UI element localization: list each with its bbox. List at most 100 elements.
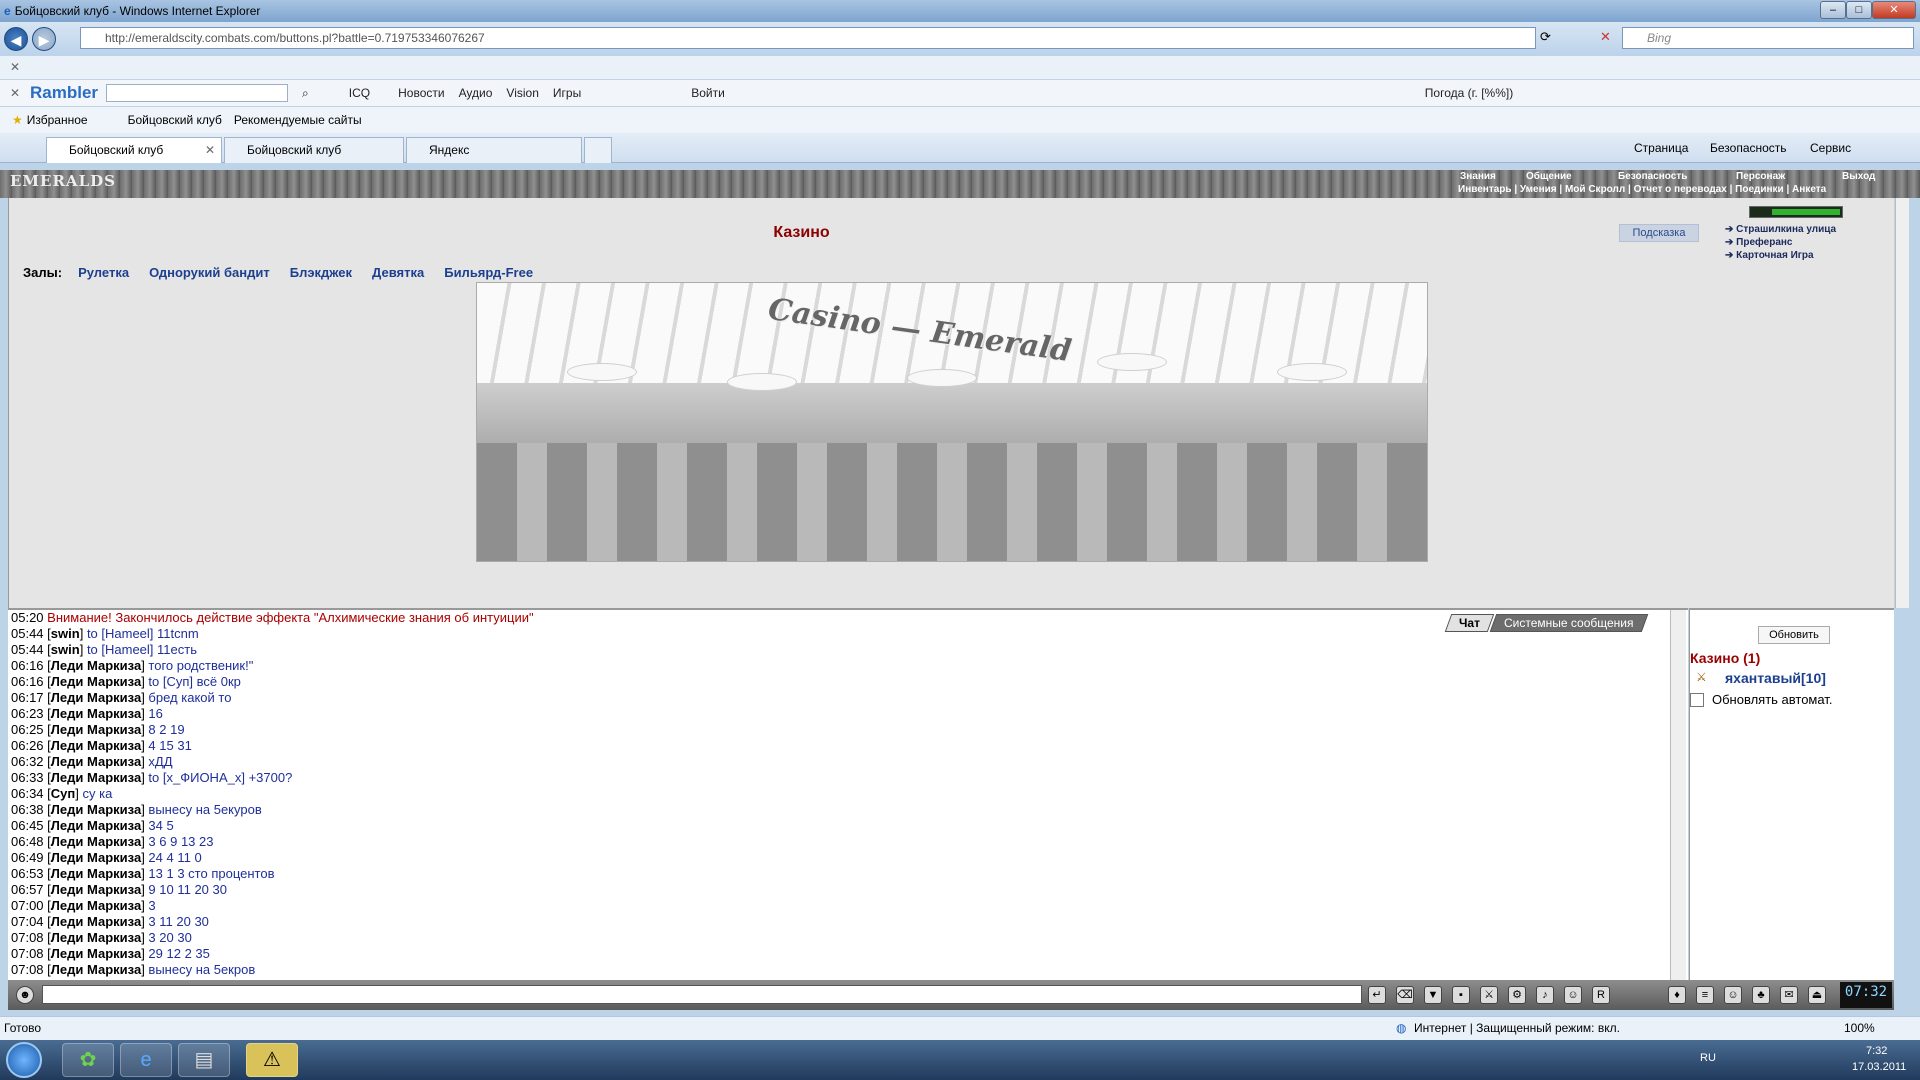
chat-author[interactable]: Леди Маркиза [51,930,141,945]
link-preference[interactable]: ➔ Преферанс [1725,236,1836,249]
hall-nine[interactable]: Девятка [372,265,424,280]
chat-author[interactable]: Леди Маркиза [51,706,141,721]
chat-author[interactable]: Суп [51,786,75,801]
clan-icon[interactable]: ♣ [1752,986,1770,1004]
close-button[interactable]: ✕ [1872,1,1916,19]
login-item[interactable]: Войти [691,86,725,100]
chat-author[interactable]: Леди Маркиза [51,898,141,913]
settings-icon[interactable]: ⚙ [1508,986,1526,1004]
games-item[interactable]: Игры [553,86,581,100]
chat-author[interactable]: Леди Маркиза [51,754,141,769]
security-zone[interactable]: Интернет | Защищенный режим: вкл. [1414,1021,1620,1035]
warning-task[interactable]: ⚠ [246,1043,298,1077]
security-menu[interactable]: Безопасность [1710,141,1787,155]
chat-scrollbar[interactable] [1670,610,1686,980]
chat-author[interactable]: Леди Маркиза [51,850,141,865]
notepad-task[interactable]: ▤ [178,1043,230,1077]
link-scary-street[interactable]: ➔ Страшилкина улица [1725,223,1836,236]
chat-author[interactable]: Леди Маркиза [51,834,141,849]
sound-icon[interactable]: ♪ [1536,986,1554,1004]
chat-author[interactable]: Леди Маркиза [51,882,141,897]
hall-blackjack[interactable]: Блэкджек [290,265,352,280]
mail-icon[interactable]: ✉ [1780,986,1798,1004]
emoticon-icon[interactable]: ☺ [1564,986,1582,1004]
menu-character[interactable]: Персонаж [1736,171,1785,182]
chat-author[interactable]: Леди Маркиза [51,946,141,961]
auto-refresh-checkbox[interactable] [1690,692,1704,707]
close-icon[interactable]: ✕ [10,86,20,100]
link-card-game[interactable]: ➔ Карточная Игра [1725,249,1836,262]
chat-author[interactable]: Леди Маркиза [51,802,141,817]
chat-author[interactable]: Леди Маркиза [51,674,141,689]
clear-icon[interactable]: ⌫ [1396,986,1414,1004]
page-menu[interactable]: Страница [1634,141,1688,155]
zoom-level[interactable]: 100% [1844,1021,1875,1035]
chat-input[interactable] [42,985,1362,1004]
back-button[interactable]: ◀ [4,27,28,51]
icq-task[interactable]: ✿ [62,1043,114,1077]
fav-link-recommended[interactable]: Рекомендуемые сайты [234,113,362,127]
scroll-icon[interactable]: ≡ [1696,986,1714,1004]
new-tab-button[interactable] [584,137,612,163]
chat-author[interactable]: Леди Маркиза [51,770,141,785]
sub-menu[interactable]: Инвентарь | Умения | Мой Скролл | Отчет … [1458,184,1826,195]
maximize-button[interactable]: □ [1846,1,1872,19]
chat-author[interactable]: Леди Маркиза [51,914,141,929]
news-item[interactable]: Новости [398,86,444,100]
chat-author[interactable]: Леди Маркиза [51,722,141,737]
chat-author[interactable]: Леди Маркиза [51,658,141,673]
hall-billiards[interactable]: Бильярд-Free [444,265,533,280]
start-button[interactable] [6,1042,42,1078]
chat-author[interactable]: swin [51,626,80,641]
exit-icon[interactable]: ⏏ [1808,986,1826,1004]
tools-menu[interactable]: Сервис [1810,141,1851,155]
language-indicator[interactable]: RU [1700,1052,1716,1064]
fight-icon[interactable]: ⚔ [1480,986,1498,1004]
fav-link-fightclub[interactable]: Бойцовский клуб [128,113,222,127]
close-icon[interactable]: ✕ [10,60,20,74]
tab-fightclub-1[interactable]: Бойцовский клуб ✕ [46,137,222,163]
chat-author[interactable]: Леди Маркиза [51,690,141,705]
smile-icon[interactable]: ☻ [16,986,34,1004]
tab-system-messages[interactable]: Системные сообщения [1489,614,1648,632]
ie-task[interactable]: e [120,1043,172,1077]
chat-author[interactable]: Леди Маркиза [51,738,141,753]
hall-slot-machine[interactable]: Однорукий бандит [149,265,270,280]
user-link[interactable]: яхантавый[10] [1725,670,1826,686]
inventory-icon[interactable]: ♦ [1668,986,1686,1004]
audio-item[interactable]: Аудио [459,86,493,100]
send-icon[interactable]: ↵ [1368,986,1386,1004]
rambler-search-input[interactable] [106,84,289,102]
stop-icon[interactable]: ✕ [1600,29,1611,45]
filter-icon[interactable]: ▼ [1424,986,1442,1004]
auto-refresh[interactable]: Обновлять автомат. [1690,692,1832,707]
friends-icon[interactable]: ☺ [1724,986,1742,1004]
refresh-icon[interactable]: ⟳ [1540,29,1551,45]
minimize-button[interactable]: – [1820,1,1846,19]
weather-item[interactable]: Погода (г. [%%]) [1425,86,1513,100]
chat-author[interactable]: swin [51,642,80,657]
refresh-button[interactable]: Обновить [1758,626,1830,644]
chat-author[interactable]: Леди Маркиза [51,866,141,881]
search-icon[interactable]: ⌕ [302,86,309,101]
vision-item[interactable]: Vision [506,86,538,100]
search-input[interactable]: Bing [1622,27,1914,49]
hint-button[interactable]: Подсказка [1619,224,1699,242]
translit-icon[interactable]: R [1592,986,1610,1004]
tab-fightclub-2[interactable]: Бойцовский клуб [224,137,404,163]
tab-yandex[interactable]: Яндекс [406,137,582,163]
menu-knowledge[interactable]: Знания [1460,171,1496,182]
forward-button[interactable]: ▶ [32,27,56,51]
hall-roulette[interactable]: Рулетка [78,265,129,280]
menu-exit[interactable]: Выход [1842,171,1875,182]
chat-author[interactable]: Леди Маркиза [51,962,141,977]
url-field[interactable]: http://emeraldscity.combats.com/buttons.… [80,27,1536,49]
tab-close-icon[interactable]: ✕ [205,138,215,162]
menu-communication[interactable]: Общение [1526,171,1572,182]
chat-author[interactable]: Леди Маркиза [51,818,141,833]
icq-item[interactable]: ICQ [349,86,370,100]
menu-security[interactable]: Безопасность [1618,171,1687,182]
tab-chat[interactable]: Чат [1444,614,1495,632]
save-icon[interactable]: ▪ [1452,986,1470,1004]
favorites-button[interactable]: Избранное [27,113,88,127]
